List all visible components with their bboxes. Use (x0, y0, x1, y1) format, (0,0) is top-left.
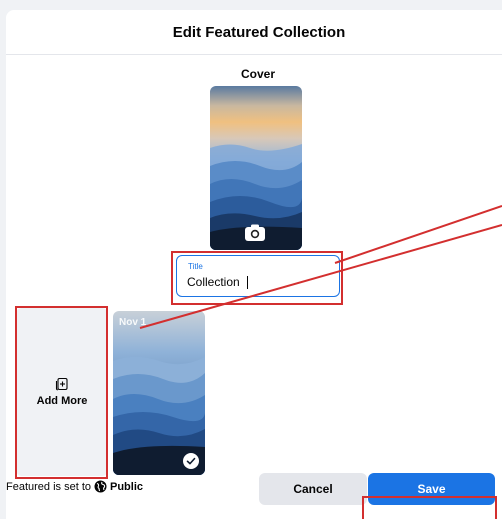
title-input[interactable]: Collection (187, 275, 327, 289)
thumbnail-date: Nov 1 (119, 317, 147, 328)
edit-featured-dialog: Edit Featured Collection Cover Title Col… (6, 10, 502, 519)
globe-icon (94, 480, 107, 493)
cover-photo[interactable] (210, 86, 302, 250)
title-field-label: Title (188, 262, 203, 271)
text-caret (247, 276, 248, 289)
add-more-button[interactable]: Add More (16, 308, 108, 476)
cover-label: Cover (240, 67, 275, 81)
checkmark-icon[interactable] (183, 453, 199, 469)
collection-thumbnail[interactable]: Nov 1 (113, 311, 205, 475)
featured-prefix: Featured is set to (6, 480, 91, 493)
title-field[interactable]: Title Collection (176, 255, 340, 297)
camera-icon[interactable] (243, 223, 267, 243)
cancel-button[interactable]: Cancel (259, 473, 367, 505)
dialog-title: Edit Featured Collection (172, 23, 346, 41)
save-button[interactable]: Save (368, 473, 495, 505)
privacy-label[interactable]: Public (110, 481, 143, 493)
featured-privacy-text: Featured is set to Public (6, 480, 143, 493)
add-more-label: Add More (36, 395, 88, 407)
add-photo-icon (55, 377, 68, 391)
dialog-header: Edit Featured Collection (6, 10, 502, 55)
thumbnail-image (113, 311, 205, 475)
